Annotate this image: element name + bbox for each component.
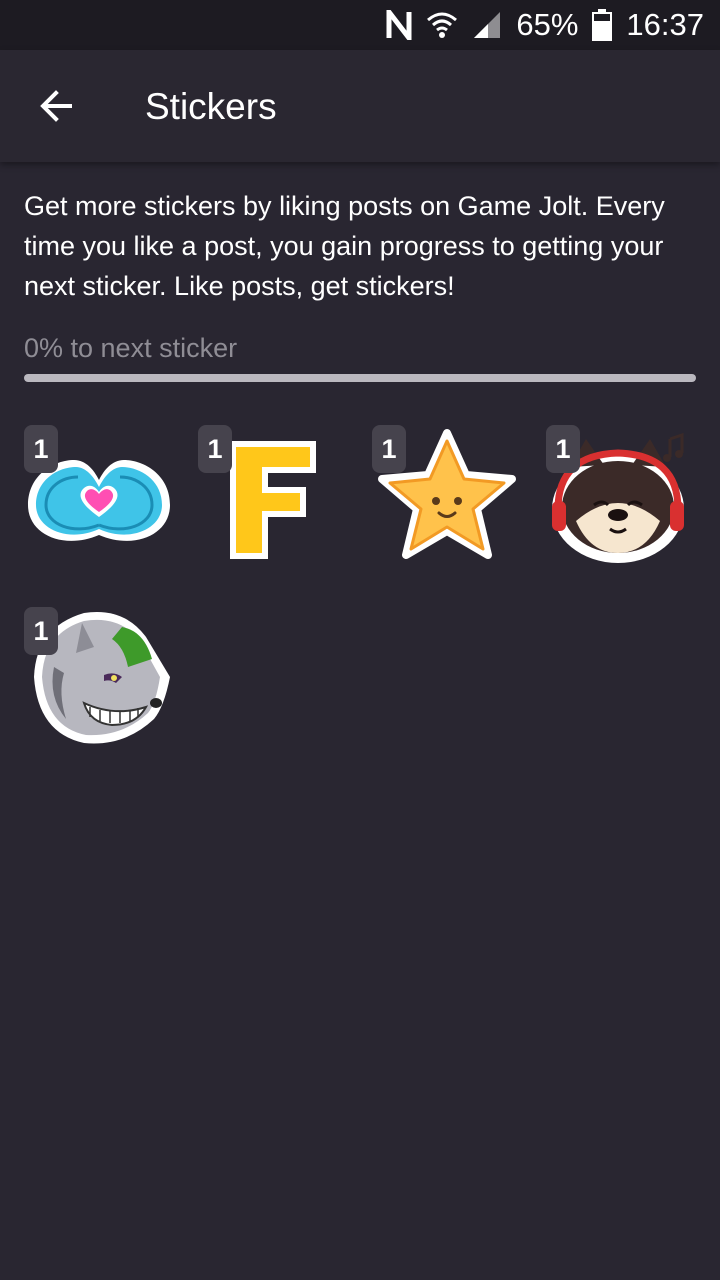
nfc-icon: [386, 10, 412, 40]
status-bar: 65% 16:37: [0, 0, 720, 50]
stickers-info: Get more stickers by liking posts on Gam…: [24, 186, 700, 382]
back-button[interactable]: [28, 78, 84, 134]
clock: 16:37: [626, 7, 704, 42]
smiling-star-sticker[interactable]: 1: [372, 425, 522, 565]
battery-icon: [592, 9, 613, 41]
sticker-count-badge: 1: [546, 425, 580, 473]
wifi-icon: [426, 10, 458, 40]
heart-hands-sticker[interactable]: 1: [24, 425, 174, 565]
progress-bar: [24, 374, 696, 382]
grinning-wolf-sticker[interactable]: 1: [24, 607, 174, 747]
sticker-count-badge: 1: [198, 425, 232, 473]
battery-percent: 65%: [516, 7, 579, 42]
sticker-count-badge: 1: [24, 425, 58, 473]
dog-headphones-sticker[interactable]: 1: [546, 425, 696, 565]
app-bar: Stickers: [0, 50, 720, 162]
page-title: Stickers: [145, 86, 277, 127]
signal-icon: [472, 10, 502, 40]
progress-label: 0% to next sticker: [24, 333, 238, 363]
sticker-count-badge: 1: [24, 607, 58, 655]
arrow-left-icon: [40, 90, 72, 122]
letter-f-sticker[interactable]: 1: [198, 425, 348, 565]
intro-text: Get more stickers by liking posts on Gam…: [24, 191, 665, 301]
sticker-count-badge: 1: [372, 425, 406, 473]
